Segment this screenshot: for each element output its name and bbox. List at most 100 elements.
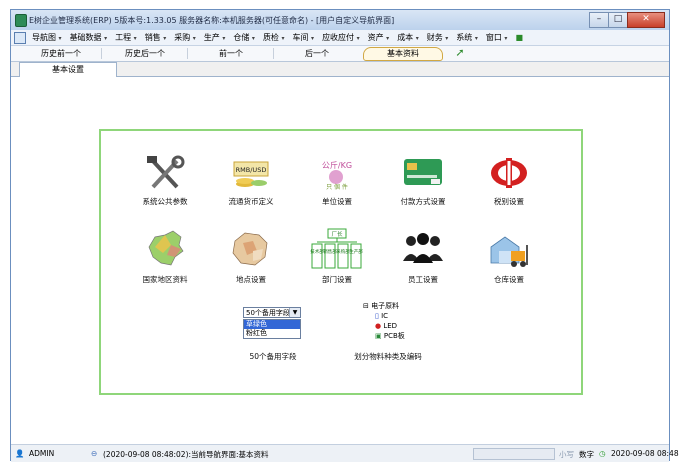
tree-node[interactable]: ● LED — [363, 321, 405, 331]
warehouse-item[interactable]: 仓库设置 — [469, 227, 549, 285]
tax-label: 税别设置 — [494, 197, 524, 206]
org-chart-icon: 厂长 技术部 销售部 采购部 生产部 — [310, 228, 363, 269]
toolbar-icon[interactable]: ■ — [511, 33, 527, 42]
tax-emblem-icon — [491, 158, 527, 188]
history-back-button[interactable]: 历史前一个 — [21, 48, 102, 59]
svg-text:公斤/KG: 公斤/KG — [322, 160, 352, 170]
collapse-icon[interactable]: ⊟ — [363, 302, 369, 310]
tree-node[interactable]: ▯ IC — [363, 311, 405, 321]
unit-item[interactable]: 公斤/KG 只 個 件 单位设置 — [297, 153, 377, 207]
status-caps: 小写 — [559, 450, 574, 459]
menu-window[interactable]: 窗口 ▾ — [482, 32, 512, 43]
pcb-icon: ▣ — [375, 332, 382, 340]
content-area: 系统公共参数 RMB/USD 流通货币定义 公斤/KG 只 個 件 单位设置 付… — [11, 77, 669, 444]
menu-sales[interactable]: 销售 ▾ — [141, 32, 171, 43]
employee-label: 员工设置 — [408, 275, 438, 284]
svg-text:采购部: 采购部 — [336, 248, 350, 255]
spare-fields-item[interactable]: 50个备用字段 — [233, 351, 313, 362]
bank-card-icon — [404, 159, 442, 185]
nav-go-icon[interactable]: ➚ — [454, 47, 466, 59]
menu-assets[interactable]: 资产 ▾ — [364, 32, 394, 43]
menu-bar: 导航图 ▾ 基础数据 ▾ 工程 ▾ 销售 ▾ 采购 ▾ 生产 ▾ 仓储 ▾ 质检… — [11, 30, 669, 46]
menu-finance[interactable]: 财务 ▾ — [423, 32, 453, 43]
tab-strip: 基本设置 — [11, 62, 669, 77]
system-params-item[interactable]: 系统公共参数 — [125, 153, 205, 207]
info-icon: ⊖ — [91, 449, 98, 458]
country-item[interactable]: 国家地区资料 — [125, 227, 205, 285]
payment-label: 付款方式设置 — [400, 197, 446, 206]
status-message: (2020-09-08 08:48:02):当前导航界面:基本资料 — [103, 450, 269, 459]
menu-navigation[interactable]: 导航图 ▾ — [28, 32, 66, 43]
led-icon: ● — [375, 322, 382, 330]
spare-fields-label: 50个备用字段 — [249, 352, 297, 361]
status-bar: 👤 ADMIN ⊖ (2020-09-08 08:48:02):当前导航界面:基… — [11, 444, 679, 462]
status-numlock: 数字 — [579, 450, 594, 459]
list-option[interactable]: 粉红色 — [244, 329, 300, 338]
user-icon: 👤 — [15, 449, 25, 458]
spare-fields-combo[interactable]: 50个备用字段 ▼ — [243, 307, 301, 318]
location-label: 地点设置 — [236, 275, 266, 284]
list-option[interactable]: 草绿色 — [244, 320, 300, 329]
unit-label: 单位设置 — [322, 197, 352, 206]
material-category-item[interactable]: 划分物料种类及编码 — [333, 351, 443, 362]
location-item[interactable]: 地点设置 — [211, 227, 291, 285]
progress-bar — [473, 448, 555, 460]
app-icon — [15, 14, 27, 27]
window-title: E树企业管理系统(ERP) 5版本号:1.33.05 服务器名称:本机服务器(可… — [29, 16, 395, 25]
system-params-label: 系统公共参数 — [142, 197, 188, 206]
currency-item[interactable]: RMB/USD 流通货币定义 — [211, 153, 291, 207]
svg-text:RMB/USD: RMB/USD — [236, 166, 267, 174]
settings-panel: 系统公共参数 RMB/USD 流通货币定义 公斤/KG 只 個 件 单位设置 付… — [99, 129, 583, 395]
payment-item[interactable]: 付款方式设置 — [383, 153, 463, 207]
country-label: 国家地区资料 — [142, 275, 188, 284]
tools-icon — [147, 155, 185, 189]
previous-button[interactable]: 前一个 — [189, 48, 274, 59]
currency-icon: RMB/USD — [233, 161, 269, 187]
menu-system[interactable]: 系统 ▾ — [452, 32, 482, 43]
tax-item[interactable]: 税别设置 — [469, 153, 549, 207]
svg-text:只 個 件: 只 個 件 — [326, 183, 348, 191]
status-user: ADMIN — [29, 449, 55, 458]
warehouse-label: 仓库设置 — [494, 275, 524, 284]
tree-root[interactable]: ⊟ 电子原料 — [363, 301, 405, 311]
tab-basic-settings[interactable]: 基本设置 — [19, 62, 117, 77]
status-datetime: 2020-09-08 08:48 — [611, 449, 679, 458]
close-button[interactable]: ✕ — [627, 12, 665, 28]
tree-node[interactable]: ▣ PCB板 — [363, 331, 405, 341]
svg-text:生产部: 生产部 — [349, 248, 363, 255]
warehouse-forklift-icon — [490, 236, 528, 267]
svg-text:厂长: 厂长 — [331, 230, 343, 238]
menu-receivables[interactable]: 应收应付 ▾ — [318, 32, 364, 43]
department-item[interactable]: 厂长 技术部 销售部 采购部 生产部 部门设置 — [297, 227, 377, 285]
material-tree[interactable]: ⊟ 电子原料 ▯ IC ● LED ▣ PCB板 — [363, 301, 405, 341]
minimize-button[interactable]: – — [589, 12, 609, 28]
menu-basic-data[interactable]: 基础数据 ▾ — [66, 32, 112, 43]
china-map-icon — [148, 230, 184, 266]
app-window: E树企业管理系统(ERP) 5版本号:1.33.05 服务器名称:本机服务器(可… — [10, 9, 679, 462]
material-category-label: 划分物料种类及编码 — [354, 352, 422, 361]
people-icon — [403, 233, 443, 263]
menu-cost[interactable]: 成本 ▾ — [393, 32, 423, 43]
menu-qc[interactable]: 质检 ▾ — [259, 32, 289, 43]
menu-warehouse[interactable]: 仓储 ▾ — [229, 32, 259, 43]
title-bar: E树企业管理系统(ERP) 5版本号:1.33.05 服务器名称:本机服务器(可… — [11, 10, 669, 31]
svg-text:销售部: 销售部 — [323, 248, 337, 255]
menu-purchase[interactable]: 采购 ▾ — [170, 32, 200, 43]
currency-label: 流通货币定义 — [228, 197, 274, 206]
spare-fields-list[interactable]: 草绿色 粉红色 — [243, 319, 301, 339]
employee-item[interactable]: 员工设置 — [383, 227, 463, 285]
clock-icon: ◷ — [599, 449, 606, 458]
history-forward-button[interactable]: 历史后一个 — [103, 48, 188, 59]
maximize-button[interactable]: □ — [608, 12, 628, 28]
menu-engineering[interactable]: 工程 ▾ — [111, 32, 141, 43]
dropdown-arrow-icon[interactable]: ▼ — [289, 308, 300, 317]
department-label: 部门设置 — [322, 275, 352, 284]
menu-app-icon[interactable] — [14, 31, 26, 44]
next-button[interactable]: 后一个 — [275, 48, 359, 59]
unit-icon: 公斤/KG 只 個 件 — [322, 160, 352, 191]
nav-tab-basic-data[interactable]: 基本资料 — [363, 47, 443, 61]
menu-production[interactable]: 生产 ▾ — [200, 32, 230, 43]
menu-workshop[interactable]: 车间 ▾ — [289, 32, 319, 43]
ic-chip-icon: ▯ — [375, 312, 379, 320]
region-map-icon — [232, 232, 268, 266]
